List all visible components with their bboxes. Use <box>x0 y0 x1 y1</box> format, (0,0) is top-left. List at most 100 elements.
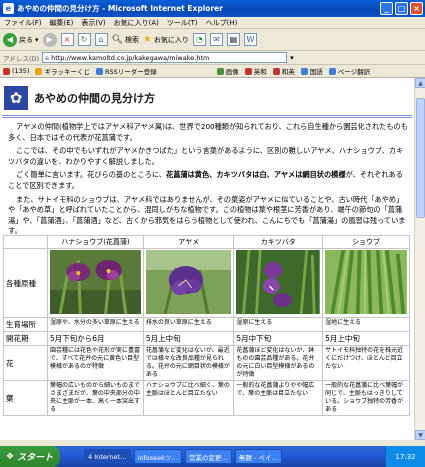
taskbar-item-paint[interactable]: 無題 - ペイ… <box>234 449 282 464</box>
intro-paragraph-3: ごく簡単に言います。花びらの基のところに、花菖蒲は黄色、カキツバタは白、アヤメは… <box>8 170 403 190</box>
table-corner <box>3 235 48 249</box>
scroll-down-icon[interactable]: ▼ <box>415 430 425 440</box>
row-label: 葉 <box>3 380 48 416</box>
rss-icon <box>95 67 103 75</box>
back-button[interactable]: ◀ 戻る ▾ <box>3 32 39 47</box>
comparison-table: ハナショウブ(花菖蒲) アヤメ カキツバタ ショウブ 各種原種 生育場所 湿原や… <box>3 235 410 416</box>
taskbar-item-ie[interactable]: 4 Internet… <box>84 449 131 464</box>
table-cell: 湿原に生える <box>233 317 324 332</box>
intro-text: アヤメの仲間(植物学上ではアヤメ科アヤメ属)は、世界で200種類が知られており、… <box>8 122 408 240</box>
link-item-count[interactable]: (135) <box>3 67 29 75</box>
table-header-row: ハナショウブ(花菖蒲) アヤメ カキツバタ ショウブ <box>3 235 410 249</box>
taskbar: ❖ スタート 4 Internet… infoseekツ… 営業の変更… 無題 … <box>0 446 425 467</box>
close-button[interactable]: × <box>410 2 423 15</box>
dictionary-icon <box>272 67 280 75</box>
mail-icon[interactable]: ✉ <box>209 33 223 46</box>
print-icon[interactable]: ▤ <box>226 33 240 46</box>
dictionary-icon <box>244 67 252 75</box>
back-label: 戻る <box>19 35 33 44</box>
page-icon: e <box>45 53 50 62</box>
history-icon[interactable]: ◔ <box>192 33 206 46</box>
table-cell: 葉幅の広いものから細いものまでさまざまだが、葉の中央部分の中央に主脈が一本、高く… <box>47 380 144 416</box>
refresh-icon[interactable]: ↻ <box>77 33 91 46</box>
iris-photo-image <box>145 250 232 315</box>
menu-help[interactable]: ヘルプ(H) <box>206 18 238 28</box>
table-cell: 一般的な花菖蒲に比べ葉幅が同じで、主脈もはっきりしている。ショウブ独特の芳香があ… <box>322 380 410 416</box>
windows-logo-icon: ❖ <box>6 451 15 462</box>
menu-edit[interactable]: 編集(E) <box>50 18 74 28</box>
table-cell: 湿原や、水分の多い草原に生える <box>47 317 144 332</box>
table-cell: 一般的な花菖蒲よりやや幅広で、葉の主脈は目立たない <box>233 380 324 416</box>
menu-file[interactable]: ファイル(F) <box>4 18 42 28</box>
scroll-up-icon[interactable]: ▲ <box>415 78 425 88</box>
page-header: ✿ あやめの仲間の見分け方 <box>2 80 412 118</box>
minimize-button[interactable]: _ <box>380 2 393 15</box>
image-icon <box>216 67 224 75</box>
search-label: 検索 <box>124 35 139 44</box>
photo-kakitsubata <box>233 248 324 318</box>
search-button[interactable]: 🔍︎ 検索 <box>112 35 139 45</box>
table-row: 葉 葉幅の広いものから細いものまでさまざまだが、葉の中央部分の中央に主脈が一本、… <box>3 380 410 416</box>
intro-paragraph-4: また、サトイモ科のショウブは、アヤメ科ではありませんが、その葉姿がアヤメに似てい… <box>8 194 406 236</box>
table-cell: 5月上中旬 <box>322 331 410 346</box>
window-title-bar[interactable]: e あやめの仲間の見分け方 - Microsoft Internet Explo… <box>0 0 425 17</box>
system-tray: 17:32 <box>385 446 425 467</box>
column-header: アヤメ <box>142 235 235 249</box>
taskbar-item-infoseek[interactable]: infoseekツ… <box>133 449 182 464</box>
row-label: 生育場所 <box>3 317 48 332</box>
photo-ayame <box>142 248 235 318</box>
table-cell: 花菖蒲ほど変化はないが、鉢ものの園芸品種がある。花弁の元に白い目型模様があるのが… <box>233 345 324 381</box>
key-difference: 花菖蒲は黄色、カキツバタは白、アヤメは網目状の模様 <box>166 170 346 180</box>
lottery-icon <box>35 67 43 75</box>
translate-icon <box>328 67 336 75</box>
menu-tools[interactable]: ツール(T) <box>167 18 198 28</box>
start-button[interactable]: ❖ スタート <box>0 446 60 467</box>
favorites-button[interactable]: ★ お気に入り <box>143 34 189 45</box>
table-cell: 5月中下旬 <box>233 331 324 346</box>
favorites-label: お気に入り <box>153 35 189 44</box>
table-row-photos: 各種原種 <box>3 248 410 318</box>
table-cell: 園芸種には花色や花形が実に豊富で、すべて花弁の元に黄色い目型模様があるのが特徴 <box>47 345 144 381</box>
url-text: http://www.kamoltd.co.jp/kakegawa/miwake… <box>51 53 210 62</box>
vertical-scrollbar[interactable]: ▲ ▼ <box>414 78 425 440</box>
menu-view[interactable]: 表示(V) <box>81 18 105 28</box>
scrollbar-thumb[interactable] <box>416 98 425 218</box>
link-item-rss[interactable]: RSSリーダー登録 <box>95 66 157 76</box>
column-header: ハナショウブ(花菖蒲) <box>47 235 144 249</box>
iris-photo-image <box>236 250 321 315</box>
link-item-translate[interactable]: ページ翻訳 <box>328 66 370 76</box>
iris-logo-icon: ✿ <box>4 85 28 110</box>
link-item-waei[interactable]: 和英 <box>272 66 295 76</box>
back-arrow-icon: ◀ <box>3 32 17 47</box>
links-bar: (135) ギラッキーくじ RSSリーダー登録 画像 英和 和英 国語 ページ翻… <box>0 65 425 78</box>
table-cell: 湿地に生える <box>322 317 410 332</box>
clock: 17:32 <box>395 452 416 461</box>
taskbar-item-document[interactable]: 営業の変更… <box>184 449 232 464</box>
menu-bar: ファイル(F) 編集(E) 表示(V) お気に入り(A) ツール(T) ヘルプ(… <box>0 17 425 29</box>
link-item-kokugo[interactable]: 国語 <box>300 66 323 76</box>
table-cell: ハナショウブに比べ細く、葉の主脈はほとんど目立たない <box>142 380 235 416</box>
link-item-eiwa[interactable]: 英和 <box>244 66 267 76</box>
iris-photo-image <box>325 250 407 315</box>
edit-icon[interactable]: W <box>243 33 257 46</box>
row-label: 各種原種 <box>3 248 48 318</box>
address-input[interactable]: e http://www.kamoltd.co.jp/kakegawa/miwa… <box>42 52 288 63</box>
table-cell: 5月下旬から6月 <box>47 331 144 346</box>
maximize-button[interactable]: □ <box>395 2 408 15</box>
intro-paragraph-2: ここでは、その中でもいずれがアヤメかきつばた」という言葉があるように、区別の難し… <box>8 146 404 166</box>
link-item-images[interactable]: 画像 <box>216 66 239 76</box>
home-icon[interactable]: ⌂ <box>94 33 108 46</box>
address-bar: アドレス(D) e http://www.kamoltd.co.jp/kakeg… <box>0 51 425 65</box>
stop-icon[interactable]: × <box>60 33 74 46</box>
go-dropdown-icon[interactable]: ▾ <box>290 54 294 62</box>
address-label: アドレス(D) <box>3 54 40 63</box>
window-title: あやめの仲間の見分け方 - Microsoft Internet Explore… <box>17 4 223 13</box>
mail-badge-icon <box>3 67 10 75</box>
table-row: 開花期 5月下旬から6月 5月上中旬 5月中下旬 5月上中旬 <box>3 331 410 346</box>
forward-button[interactable]: ▶ <box>42 32 57 47</box>
menu-favorites[interactable]: お気に入り(A) <box>114 18 159 28</box>
link-item-lottery[interactable]: ギラッキーくじ <box>35 66 90 76</box>
row-label: 開花期 <box>3 331 48 346</box>
chevron-down-icon: ▾ <box>35 35 39 44</box>
table-cell: 5月上中旬 <box>142 331 235 346</box>
